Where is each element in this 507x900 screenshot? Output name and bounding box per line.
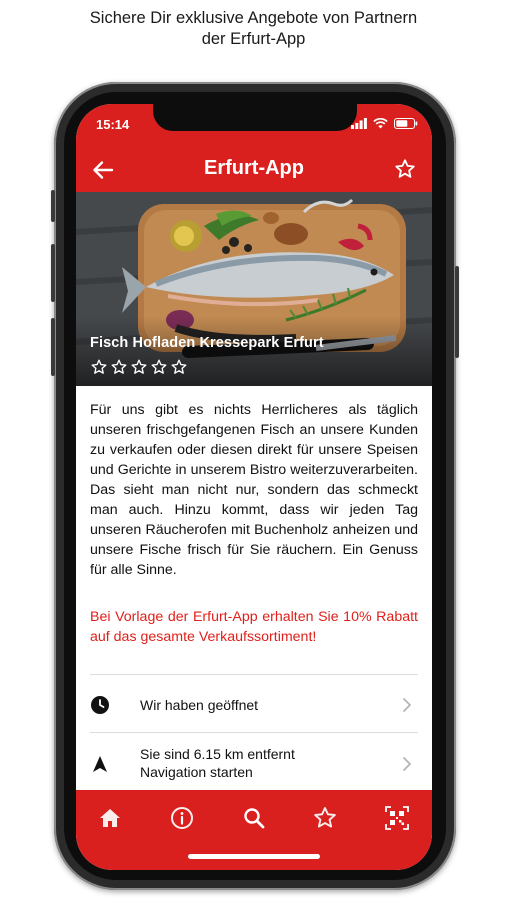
opening-hours-row[interactable]: Wir haben geöffnet [90,692,418,716]
phone-side-button [51,190,55,222]
qr-code-icon[interactable] [384,805,410,831]
caption-line-1: Sichere Dir exklusive Angebote von Partn… [89,9,418,27]
hero-image: Fisch Hofladen Kressepark Erfurt [76,192,432,386]
wifi-icon [373,118,388,129]
rating-stars[interactable] [90,358,188,376]
phone-notch [153,104,357,131]
distance-text: Sie sind 6.15 km entfernt [140,746,295,762]
clock-icon [91,696,109,714]
search-icon[interactable] [241,805,267,831]
rating-star-icon[interactable] [150,358,168,376]
home-icon[interactable] [97,805,123,831]
status-time: 15:14 [96,117,130,132]
status-indicators [351,118,418,129]
tab-bar [76,790,432,870]
opening-status-text: Wir haben geöffnet [140,697,259,713]
app-title: Erfurt-App [204,157,304,179]
place-description: Für uns gibt es nichts Herrlicheres als … [90,402,418,578]
battery-icon [394,118,418,129]
home-indicator [188,854,320,859]
info-icon[interactable] [169,805,195,831]
caption-line-2: der Erfurt-App [201,30,306,48]
rating-star-icon[interactable] [130,358,148,376]
phone-side-button [455,266,459,358]
star-icon[interactable] [312,805,338,831]
chevron-right-icon [403,698,411,712]
rating-star-icon[interactable] [170,358,188,376]
favorite-star-icon[interactable] [394,158,416,180]
promo-caption: Sichere Dir exklusive Angebote von Partn… [0,8,507,50]
phone-side-button [51,244,55,302]
divider [90,732,418,733]
phone-screen: 15:14 Erfurt-App Fisch Hofladen Kressepa… [76,104,432,870]
phone-side-button [51,318,55,376]
navigation-icon [93,756,107,772]
promo-offer-text: Bei Vorlage der Erfurt-App erhalten Sie … [90,609,418,645]
divider [90,674,418,675]
place-title: Fisch Hofladen Kressepark Erfurt [90,335,324,351]
chevron-right-icon [403,757,411,771]
start-navigation-text: Navigation starten [140,764,253,780]
navigation-row[interactable]: Sie sind 6.15 km entfernt Navigation sta… [90,744,418,784]
rating-star-icon[interactable] [90,358,108,376]
app-bar: Erfurt-App [76,148,432,192]
rating-star-icon[interactable] [110,358,128,376]
